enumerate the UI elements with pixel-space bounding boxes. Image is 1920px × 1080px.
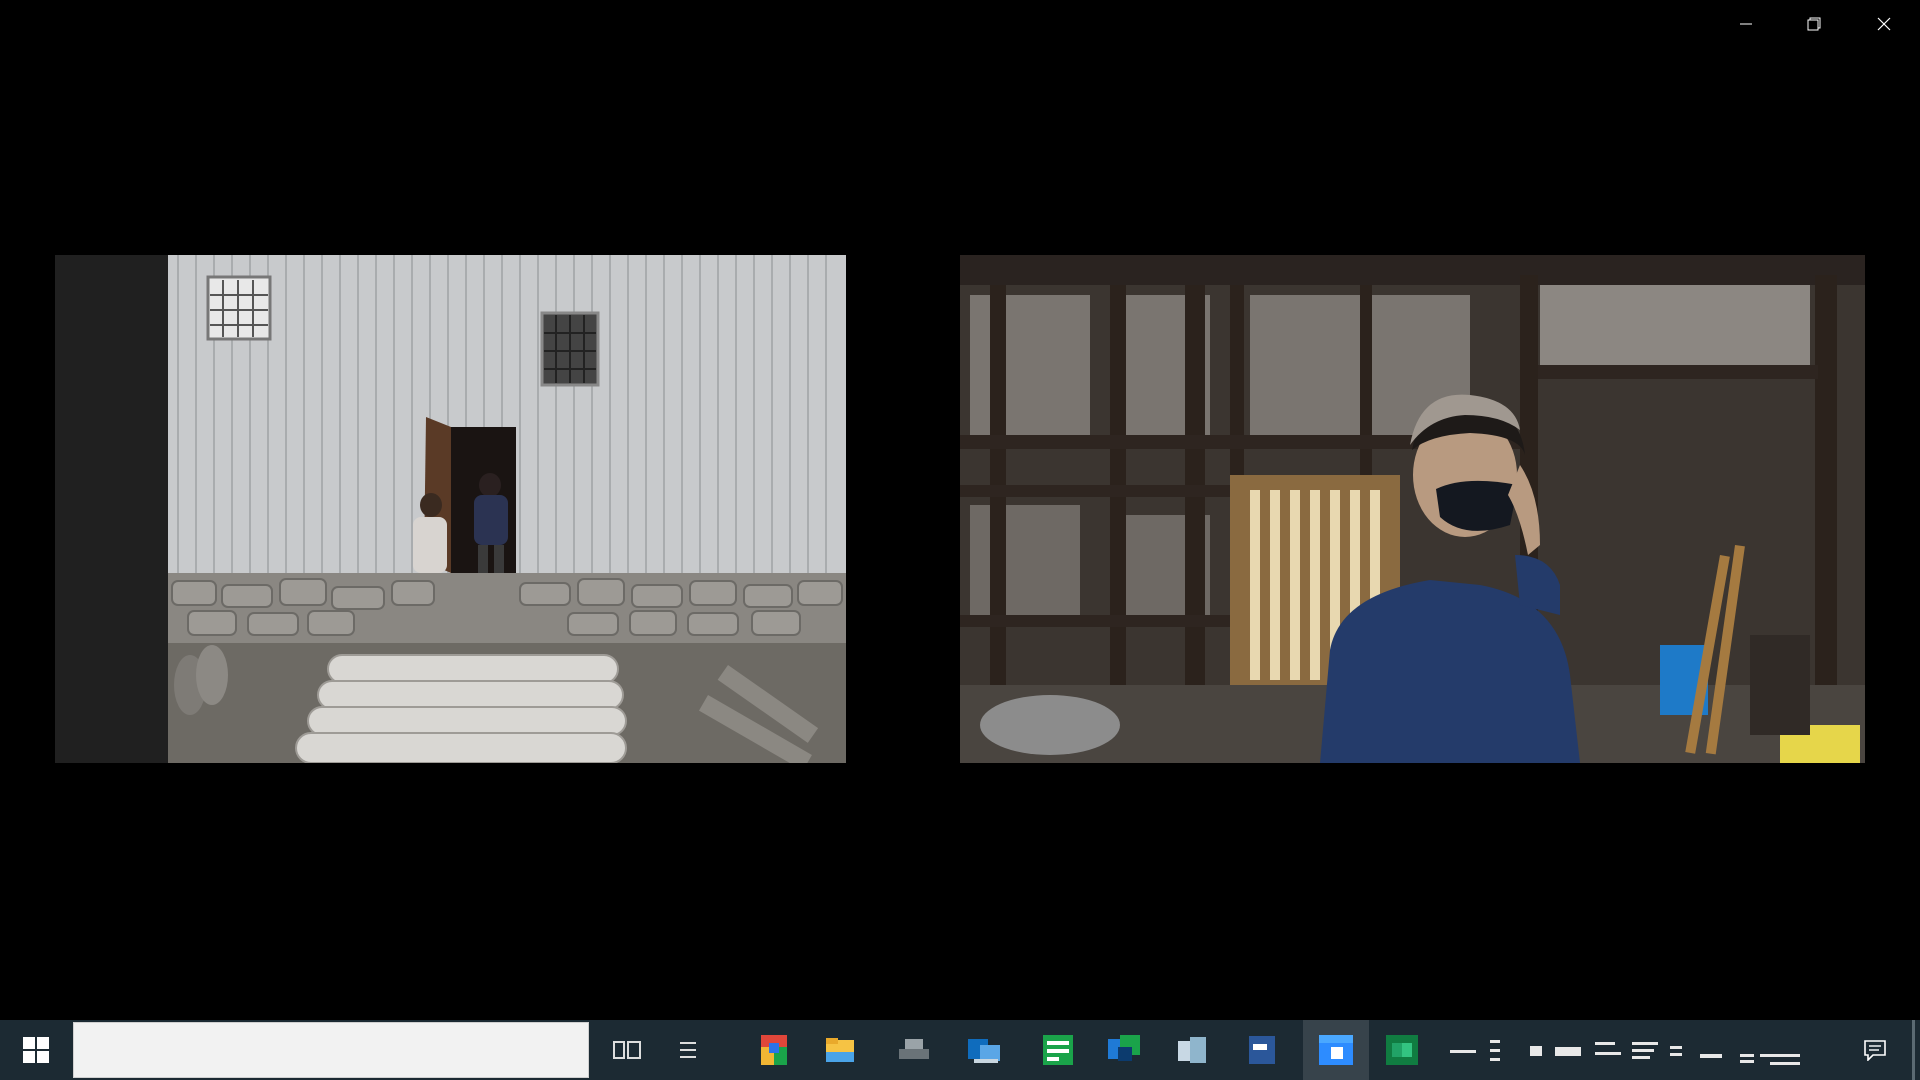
taskbar-spreadsheet-green[interactable] [1036, 1028, 1080, 1072]
taskbar-file-explorer[interactable] [818, 1028, 862, 1072]
title-bar [0, 0, 1920, 48]
spreadsheet-icon [1043, 1035, 1073, 1065]
close-button[interactable] [1850, 0, 1918, 48]
minimize-icon [1740, 23, 1752, 25]
document-icon [1249, 1036, 1275, 1064]
minimize-button[interactable] [1712, 0, 1780, 48]
task-view-icon [613, 1041, 641, 1059]
task-view-button[interactable] [605, 1028, 649, 1072]
taskbar-spreadsheet[interactable] [1380, 1028, 1424, 1072]
show-desktop-button[interactable] [1912, 1020, 1915, 1080]
mail-icon [968, 1039, 1000, 1063]
taskbar-mail[interactable] [962, 1028, 1006, 1072]
taskbar-app-light[interactable] [1170, 1028, 1214, 1072]
tray-icons [1450, 1040, 1800, 1065]
video-tile-left[interactable] [55, 255, 846, 763]
app-icon [899, 1039, 929, 1059]
restore-icon [1807, 17, 1821, 31]
taskbar-video-meeting[interactable] [1303, 1020, 1369, 1080]
meeting-window [0, 0, 1920, 1020]
restore-button[interactable] [1780, 0, 1848, 48]
taskbar [0, 1020, 1920, 1080]
system-tray [1440, 1020, 1860, 1080]
folder-icon [826, 1038, 854, 1062]
windows-logo-icon [23, 1037, 49, 1063]
widgets-button[interactable] [666, 1028, 710, 1072]
building-exterior-photo [55, 255, 846, 763]
app-icon [1178, 1037, 1206, 1063]
notification-icon [1864, 1040, 1886, 1061]
spreadsheet-icon [1386, 1035, 1418, 1065]
search-input[interactable] [73, 1022, 589, 1078]
widgets-icon [680, 1042, 696, 1058]
person-in-barn-photo [960, 255, 1865, 763]
video-icon [1319, 1035, 1353, 1065]
taskbar-browser[interactable] [752, 1028, 796, 1072]
close-icon [1877, 17, 1891, 31]
taskbar-app-teal[interactable] [1102, 1028, 1146, 1072]
notification-button[interactable] [1850, 1020, 1900, 1080]
taskbar-document[interactable] [1240, 1028, 1284, 1072]
taskbar-app-gray[interactable] [892, 1028, 936, 1072]
video-tile-right[interactable] [960, 255, 1865, 763]
start-button[interactable] [0, 1020, 72, 1080]
video-gallery [55, 255, 1865, 763]
app-icon [1108, 1035, 1140, 1061]
browser-icon [761, 1035, 787, 1065]
